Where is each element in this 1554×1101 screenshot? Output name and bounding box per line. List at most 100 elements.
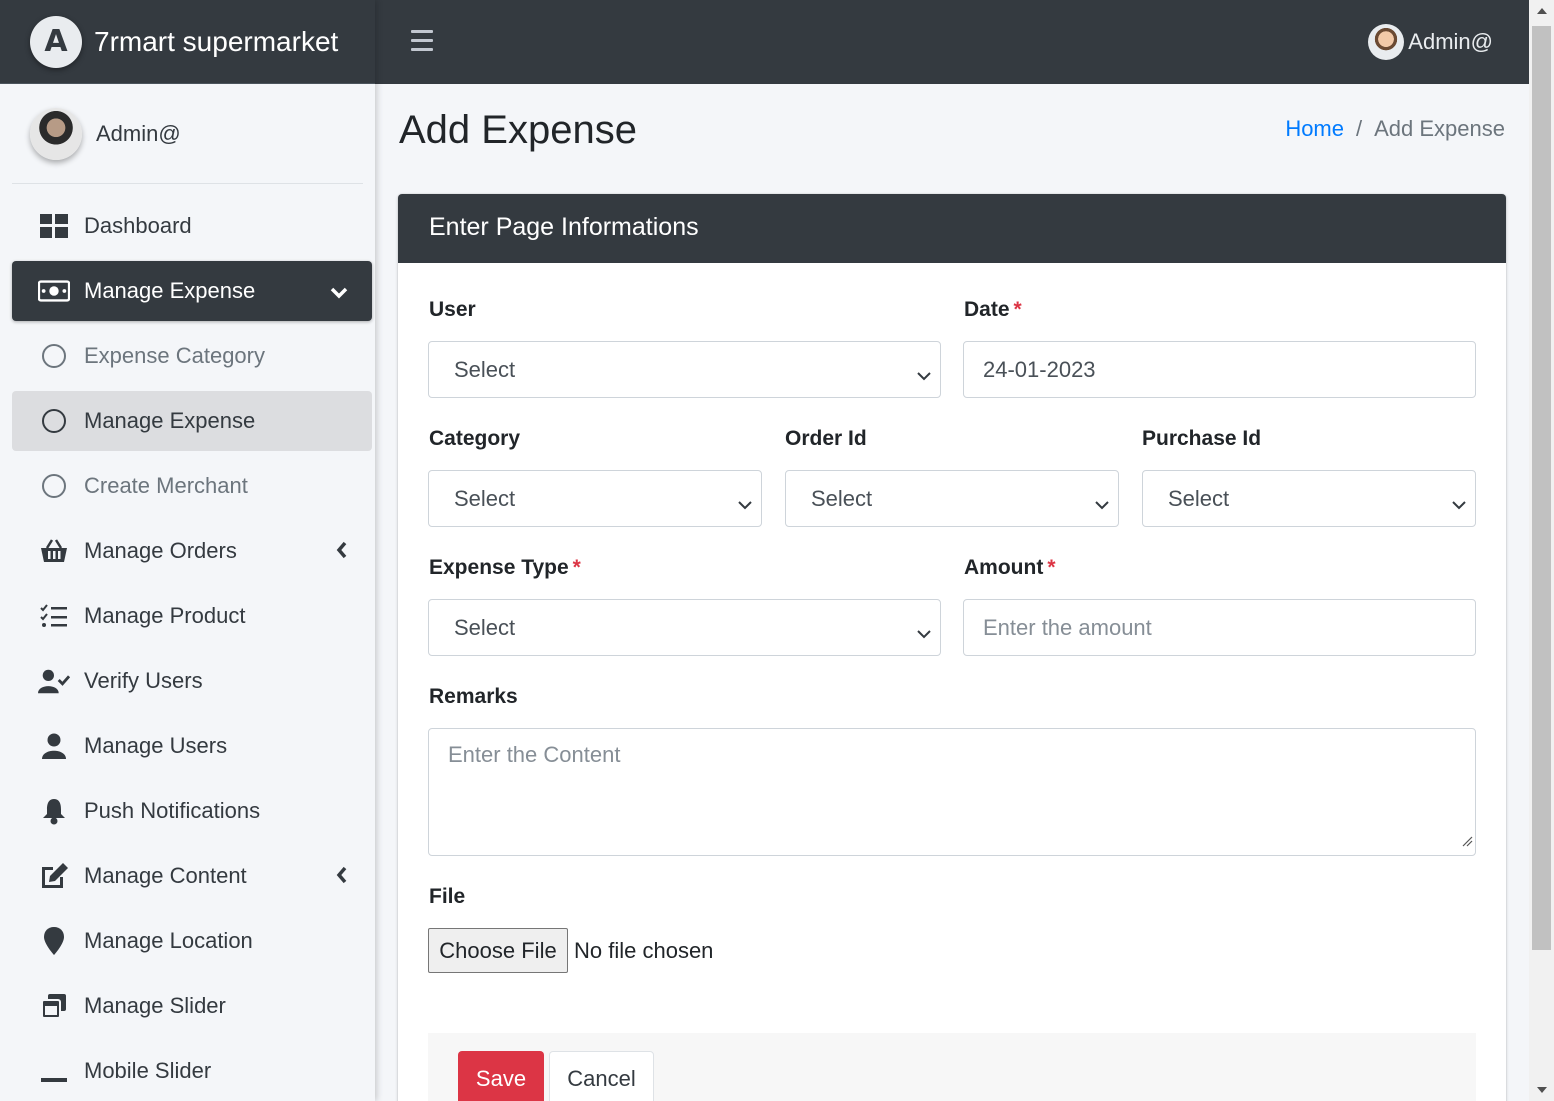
sidebar-item-label: Manage Content [84, 863, 247, 888]
date-input-value: 24-01-2023 [983, 356, 1096, 382]
brand-logo: A [30, 15, 82, 68]
resize-handle-icon[interactable] [1461, 827, 1473, 853]
avatar [1368, 24, 1405, 60]
order-id-select[interactable]: Select [785, 470, 1119, 527]
basket-icon [38, 535, 70, 567]
expense-form-card: Enter Page Informations User Select Date… [398, 194, 1506, 1101]
sidebar-item-mobile-slider[interactable]: Mobile Slider [12, 1041, 372, 1101]
order-id-label: Order Id [785, 427, 867, 450]
sidebar-item-label: Expense Category [84, 343, 265, 368]
edit-icon [38, 860, 70, 892]
date-label: Date * [964, 298, 1022, 321]
sidebar-item-label: Dashboard [84, 213, 192, 238]
topbar-user-name: Admin@ [1408, 29, 1493, 54]
order-id-select-value: Select [811, 485, 873, 511]
user-panel[interactable]: Admin@ [12, 84, 363, 184]
sidebar-item-manage-expense[interactable]: Manage Expense [12, 261, 372, 321]
user-icon [38, 730, 70, 762]
sidebar-item-label: Manage Expense [84, 408, 256, 433]
sidebar-item-label: Manage Slider [84, 993, 226, 1018]
sidebar-item-expense-category[interactable]: Expense Category [12, 326, 372, 386]
user-select[interactable]: Select [428, 341, 941, 398]
user-select-value: Select [454, 356, 516, 382]
sidebar-item-push-notifications[interactable]: Push Notifications [12, 781, 372, 841]
tasks-icon [38, 600, 70, 632]
sidebar-item-manage-users[interactable]: Manage Users [12, 716, 372, 776]
user-check-icon [38, 665, 70, 697]
choose-file-button[interactable]: Choose File [428, 928, 568, 973]
sidebar-item-manage-slider[interactable]: Manage Slider [12, 976, 372, 1036]
circle-icon [42, 474, 66, 498]
purchase-id-select[interactable]: Select [1142, 470, 1476, 527]
topbar: Admin@ [375, 0, 1529, 84]
purchase-id-label: Purchase Id [1142, 427, 1262, 450]
sidebar-user-name[interactable]: Admin@ [96, 121, 181, 147]
window-restore-icon [38, 990, 70, 1022]
chevron-down-icon [1451, 491, 1467, 517]
remarks-textarea[interactable]: Enter the Content [428, 728, 1476, 856]
chevron-down-icon [916, 362, 932, 388]
scroll-down-icon[interactable] [1537, 1087, 1547, 1093]
scroll-up-icon[interactable] [1537, 8, 1547, 14]
sidebar-item-manage-expense-sub[interactable]: Manage Expense [12, 391, 372, 451]
expense-type-select[interactable]: Select [428, 599, 941, 656]
file-label: File [429, 885, 466, 908]
sidebar-nav: Dashboard Manage Expense Expense Categor… [0, 184, 375, 1101]
amount-placeholder: Enter the amount [983, 614, 1152, 640]
chevron-down-icon [1094, 491, 1110, 517]
remarks-placeholder: Enter the Content [448, 742, 621, 767]
topbar-user-menu[interactable]: Admin@ [1368, 24, 1493, 60]
scroll-thumb[interactable] [1532, 26, 1551, 950]
sidebar-item-dashboard[interactable]: Dashboard [12, 196, 372, 256]
chevron-left-icon [336, 539, 348, 565]
category-select[interactable]: Select [428, 470, 762, 527]
sidebar-item-label: Manage Orders [84, 538, 237, 563]
sidebar-item-label: Verify Users [84, 668, 203, 693]
dashboard-icon [38, 210, 70, 242]
file-status: No file chosen [574, 938, 714, 963]
card-footer: Save Cancel [428, 1033, 1476, 1101]
sidebar-item-label: Manage Location [84, 928, 253, 953]
sidebar: A 7rmart supermarket Admin@ Dashboard Ma… [0, 0, 375, 1101]
sidebar-item-label: Manage Users [84, 733, 228, 758]
sidebar-item-create-merchant[interactable]: Create Merchant [12, 456, 372, 516]
chevron-down-icon [737, 491, 753, 517]
chevron-left-icon [336, 864, 348, 890]
category-select-value: Select [454, 485, 516, 511]
date-input[interactable]: 24-01-2023 [963, 341, 1476, 398]
avatar [30, 107, 82, 160]
breadcrumb-separator: / [1356, 116, 1363, 141]
breadcrumb: Home / Add Expense [1285, 116, 1505, 142]
circle-icon [42, 344, 66, 368]
menu-toggle-icon[interactable] [411, 30, 433, 57]
brand-link[interactable]: A 7rmart supermarket [0, 0, 375, 84]
breadcrumb-current: Add Expense [1374, 116, 1505, 141]
sidebar-item-manage-orders[interactable]: Manage Orders [12, 521, 372, 581]
sidebar-item-verify-users[interactable]: Verify Users [12, 651, 372, 711]
map-marker-icon [38, 925, 70, 957]
remarks-label: Remarks [429, 685, 518, 708]
sidebar-item-manage-product[interactable]: Manage Product [12, 586, 372, 646]
sidebar-item-label: Manage Expense [84, 278, 256, 303]
save-button[interactable]: Save [458, 1051, 544, 1101]
expense-type-select-value: Select [454, 614, 516, 640]
amount-input[interactable]: Enter the amount [963, 599, 1476, 656]
cancel-button[interactable]: Cancel [549, 1051, 654, 1101]
brand-name: 7rmart supermarket [94, 25, 339, 57]
amount-label: Amount * [964, 556, 1056, 579]
sidebar-item-label: Push Notifications [84, 798, 261, 823]
page-title: Add Expense [399, 108, 637, 152]
circle-icon [42, 409, 66, 433]
expense-type-label: Expense Type * [429, 556, 581, 579]
bell-icon [38, 795, 70, 827]
user-label: User [429, 298, 476, 321]
breadcrumb-home-link[interactable]: Home [1285, 116, 1344, 142]
sidebar-item-manage-location[interactable]: Manage Location [12, 911, 372, 971]
page-scrollbar[interactable] [1529, 0, 1554, 1101]
sidebar-item-manage-content[interactable]: Manage Content [12, 846, 372, 906]
sidebar-item-label: Manage Product [84, 603, 246, 628]
category-label: Category [429, 427, 521, 450]
chevron-down-icon [916, 620, 932, 646]
card-title: Enter Page Informations [398, 194, 1506, 263]
money-bill-icon [38, 275, 70, 307]
